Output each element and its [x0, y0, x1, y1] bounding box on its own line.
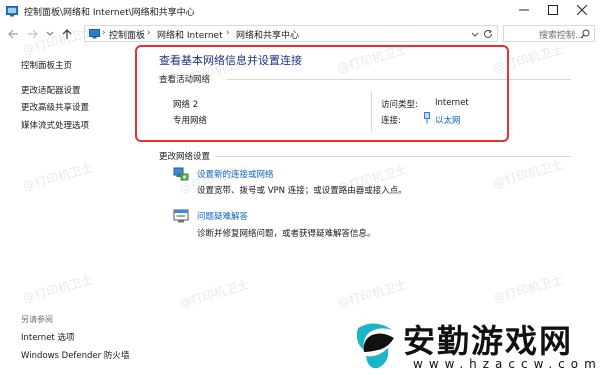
- logo-text: 安勤游戏网: [403, 322, 574, 360]
- arrow-right-icon: [27, 29, 38, 39]
- sidebar-item-windows-firewall[interactable]: Windows Defender 防火墙: [21, 349, 129, 361]
- troubleshoot-link[interactable]: 问题疑难解答: [197, 210, 248, 222]
- breadcrumb-separator: ›: [147, 28, 151, 38]
- up-button[interactable]: [60, 27, 74, 41]
- chevron-down-icon: [46, 31, 54, 36]
- sidebar-item-internet-options[interactable]: Internet 选项: [21, 331, 74, 343]
- watermark: @打印机卫士: [491, 157, 565, 191]
- control-panel-icon: [6, 6, 18, 17]
- watermark: @打印机卫士: [21, 160, 95, 194]
- breadcrumb-separator: ›: [102, 28, 106, 38]
- sidebar-item-control-panel-home[interactable]: 控制面板主页: [21, 59, 72, 71]
- network-setup-icon: [173, 167, 189, 181]
- see-also-heading: 另请参阅: [21, 315, 53, 324]
- title-bar: 控制面板\网络和 Internet\网络和共享中心: [0, 0, 600, 22]
- arrow-up-icon: [62, 28, 72, 39]
- setup-new-connection-link[interactable]: 设置新的连接或网络: [197, 168, 274, 180]
- watermark: @打印机卫士: [335, 277, 409, 311]
- navigation-bar: › 控制面板 › 网络和 Internet › 网络和共享中心 搜索控制...: [0, 24, 600, 44]
- troubleshoot-icon: [173, 209, 189, 223]
- troubleshoot-description: 诊断并修复网络问题，或者获得疑难解答信息。: [197, 229, 376, 239]
- site-logo: 安勤游戏网 www.hzaccw.com: [348, 314, 600, 375]
- address-bar[interactable]: › 控制面板 › 网络和 Internet › 网络和共享中心: [84, 25, 498, 42]
- setup-new-connection-description: 设置宽带、拨号或 VPN 连接；或设置路由器或接入点。: [197, 186, 407, 196]
- refresh-icon[interactable]: [483, 29, 493, 39]
- logo-emblem-icon: [356, 323, 394, 369]
- section-divider: [215, 156, 571, 157]
- breadcrumb-control-panel[interactable]: 控制面板: [109, 28, 145, 41]
- back-button[interactable]: [6, 27, 20, 41]
- close-icon: [577, 5, 587, 15]
- sidebar-item-change-advanced-sharing[interactable]: 更改高级共享设置: [21, 101, 89, 113]
- breadcrumb-network-internet[interactable]: 网络和 Internet: [157, 28, 223, 41]
- recent-locations-button[interactable]: [43, 27, 57, 41]
- maximize-icon: [548, 5, 558, 15]
- logo-url: www.hzaccw.com: [413, 357, 600, 371]
- breadcrumb-separator: ›: [226, 28, 230, 38]
- watermark: @打印机卫士: [491, 272, 565, 306]
- chevron-down-icon[interactable]: [471, 32, 479, 38]
- change-settings-label: 更改网络设置: [159, 152, 211, 162]
- sidebar-item-media-streaming[interactable]: 媒体流式处理选项: [21, 119, 89, 131]
- arrow-left-icon: [7, 29, 18, 39]
- minimize-icon: [519, 9, 529, 11]
- sidebar-item-change-adapter-settings[interactable]: 更改适配器设置: [21, 84, 81, 96]
- search-placeholder: 搜索控制...: [539, 31, 584, 41]
- watermark: @打印机卫士: [177, 277, 251, 311]
- watermark: @打印机卫士: [21, 272, 95, 306]
- close-button[interactable]: [566, 0, 598, 20]
- minimize-button[interactable]: [508, 0, 540, 20]
- window-title: 控制面板\网络和 Internet\网络和共享中心: [24, 8, 195, 18]
- search-input[interactable]: 搜索控制...: [503, 25, 595, 42]
- control-panel-icon: [89, 29, 100, 39]
- search-icon: [580, 29, 590, 39]
- highlight-annotation: [135, 45, 509, 142]
- forward-button[interactable]: [25, 27, 39, 41]
- breadcrumb-sharing-center[interactable]: 网络和共享中心: [236, 28, 299, 41]
- maximize-button[interactable]: [537, 0, 569, 20]
